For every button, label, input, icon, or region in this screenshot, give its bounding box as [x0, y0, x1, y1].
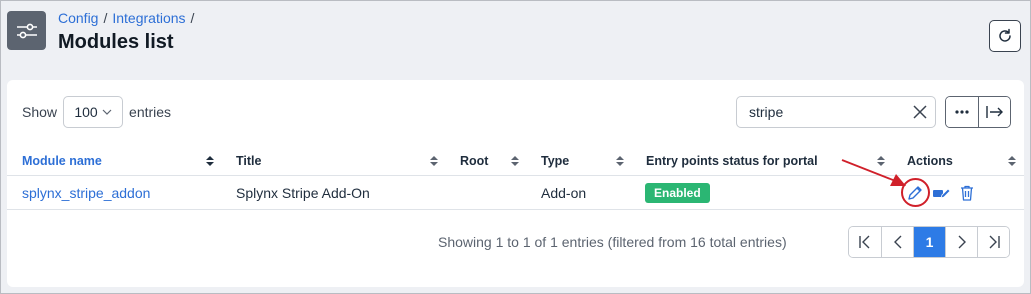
modules-card: Show 100 entries stripe Module name Titl…: [7, 80, 1024, 287]
sort-icon: [206, 156, 214, 166]
sliders-icon: [7, 11, 46, 50]
header-label: Module name: [22, 153, 102, 168]
header-label: Title: [236, 153, 262, 168]
sort-icon: [511, 156, 519, 166]
clear-icon[interactable]: [913, 105, 927, 119]
breadcrumb: Config / Integrations /: [58, 10, 199, 26]
sort-icon: [430, 156, 438, 166]
sort-icon: [1008, 156, 1016, 166]
more-icon: [955, 110, 969, 114]
cell-type: Add-on: [541, 184, 587, 201]
cell-status: Enabled: [645, 176, 710, 209]
column-header-root[interactable]: Root: [446, 146, 527, 176]
trash-icon: [961, 185, 973, 201]
page-length-value: 100: [74, 104, 98, 120]
page-length-control: Show 100 entries: [22, 96, 171, 128]
refresh-icon: [999, 28, 1011, 42]
module-link[interactable]: splynx_stripe_addon: [22, 185, 150, 201]
show-label: Show: [22, 104, 58, 120]
status-badge: Enabled: [645, 182, 710, 203]
edit-pay-button[interactable]: [930, 182, 952, 204]
breadcrumb-integrations[interactable]: Integrations: [112, 10, 185, 26]
chevron-down-icon: [102, 109, 112, 115]
page-title: Modules list: [58, 31, 174, 53]
edit-pay-icon: [933, 187, 950, 199]
export-icon: [985, 106, 1003, 118]
column-header-title[interactable]: Title: [222, 146, 446, 176]
pagination: 1: [848, 226, 1010, 258]
prev-page-icon: [893, 235, 901, 249]
next-page-icon: [958, 235, 966, 249]
cell-module-name: splynx_stripe_addon: [22, 176, 150, 209]
header-label: Entry points status for portal: [646, 153, 818, 168]
delete-button[interactable]: [956, 182, 978, 204]
sort-icon: [616, 156, 624, 166]
last-page-icon: [989, 235, 1000, 249]
cell-title: Splynx Stripe Add-On: [236, 184, 370, 201]
breadcrumb-separator: /: [190, 10, 195, 26]
breadcrumb-separator: /: [103, 10, 108, 26]
header-label: Type: [541, 153, 570, 168]
header-label: Actions: [907, 153, 953, 168]
more-button[interactable]: [946, 97, 978, 127]
breadcrumb-config[interactable]: Config: [58, 10, 98, 26]
export-button[interactable]: [978, 97, 1010, 127]
header-label: Root: [460, 153, 489, 168]
prev-page-button[interactable]: [881, 227, 913, 257]
search-input[interactable]: stripe: [736, 96, 936, 128]
page-button-current[interactable]: 1: [913, 227, 945, 257]
search-value: stripe: [749, 104, 784, 120]
page-length-select[interactable]: 100: [63, 96, 124, 128]
column-header-type[interactable]: Type: [527, 146, 632, 176]
first-page-button[interactable]: [849, 227, 881, 257]
column-header-actions[interactable]: Actions: [893, 146, 1024, 176]
last-page-button[interactable]: [977, 227, 1009, 257]
table-info: Showing 1 to 1 of 1 entries (filtered fr…: [438, 234, 787, 250]
column-header-module-name[interactable]: Module name: [7, 146, 222, 176]
first-page-icon: [859, 235, 870, 249]
refresh-button[interactable]: [989, 20, 1021, 52]
entries-label: entries: [129, 104, 172, 120]
table-tools: [945, 96, 1011, 128]
annotation-arrow-icon: [841, 159, 906, 186]
next-page-button[interactable]: [945, 227, 977, 257]
